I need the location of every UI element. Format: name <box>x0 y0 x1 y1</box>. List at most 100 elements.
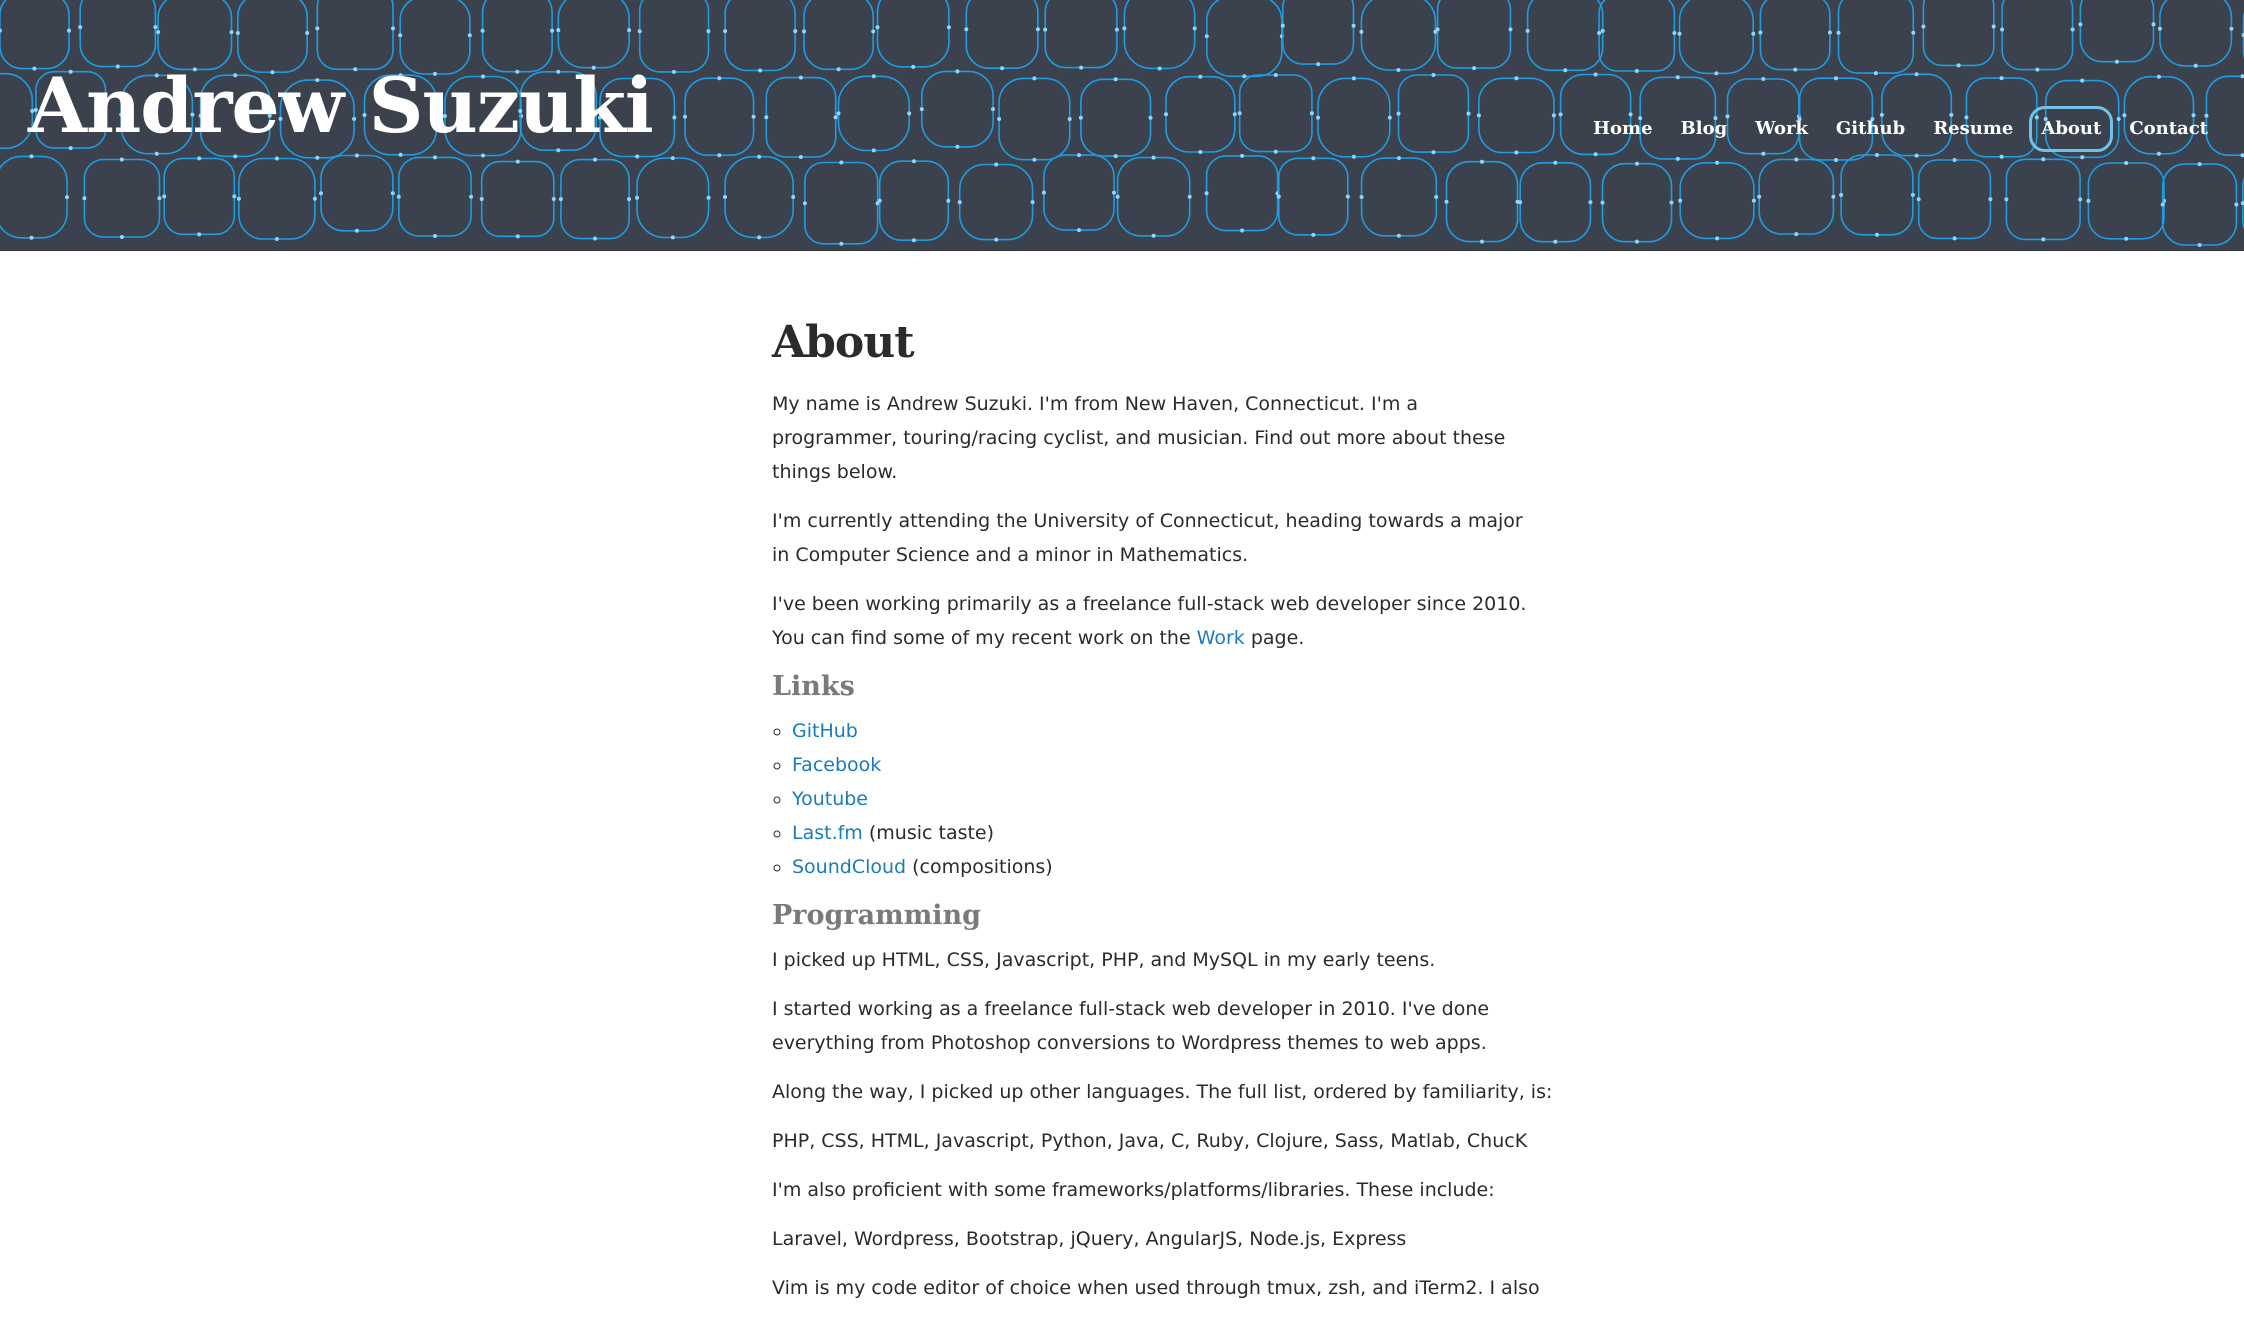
pattern-dot <box>1151 155 1156 160</box>
pattern-cell <box>724 0 796 72</box>
pattern-dot <box>1518 200 1523 205</box>
education-line: in Computer Science and a minor in Mathe… <box>772 544 1249 566</box>
pattern-cell <box>2001 0 2074 71</box>
work-paragraph: I've been working primarily as a freelan… <box>772 587 1526 655</box>
pattern-dot <box>315 26 320 31</box>
pattern-cell <box>1043 154 1115 231</box>
pattern-dot <box>479 197 484 201</box>
nav-contact[interactable]: Contact <box>2117 106 2220 152</box>
pattern-dot <box>433 234 437 238</box>
pattern-dot <box>2197 243 2202 247</box>
nav-about[interactable]: About <box>2029 106 2114 152</box>
pattern-cell <box>1317 77 1391 158</box>
pattern-dot <box>354 153 359 158</box>
pattern-dot <box>2078 197 2083 202</box>
pattern-dot <box>1834 76 1838 81</box>
pattern-dot <box>0 28 2 33</box>
pattern-dot <box>1839 192 1844 197</box>
pattern-dot <box>764 115 769 120</box>
pattern-dot <box>2070 27 2075 32</box>
pattern-cell <box>1123 0 1196 70</box>
pattern-cell <box>920 70 994 148</box>
pattern-cell <box>557 0 630 69</box>
pattern-dot <box>274 156 279 161</box>
pattern-dot <box>839 241 844 246</box>
pattern-dot <box>2080 78 2085 83</box>
programming-line: everything from Photoshop conversions to… <box>772 1032 1487 1054</box>
pattern-dot <box>1827 30 1832 35</box>
pattern-dot <box>1715 236 1720 241</box>
pattern-dot <box>1514 150 1519 155</box>
pattern-cell <box>2161 163 2238 246</box>
pattern-dot <box>1035 27 1040 32</box>
pattern-dot <box>2240 153 2244 158</box>
pattern-cell <box>1397 74 1470 153</box>
pattern-dot <box>757 154 762 159</box>
pattern-dot <box>1276 194 1281 199</box>
pattern-dot <box>1396 68 1401 72</box>
pattern-dot <box>2078 22 2083 27</box>
pattern-dot <box>1472 66 1477 71</box>
pattern-dot <box>1359 29 1364 34</box>
youtube-link[interactable]: Youtube <box>792 788 868 810</box>
pattern-dot <box>871 148 876 153</box>
pattern-dot <box>670 235 675 240</box>
pattern-dot <box>717 153 722 158</box>
pattern-cell <box>320 154 394 232</box>
pattern-cell <box>2159 0 2233 67</box>
pattern-dot <box>1396 156 1401 161</box>
pattern-dot <box>919 107 924 112</box>
github-link[interactable]: GitHub <box>792 720 858 742</box>
nav-home[interactable]: Home <box>1581 106 1665 152</box>
pattern-dot <box>1634 69 1639 73</box>
pattern-dot <box>1113 154 1118 159</box>
lastfm-link[interactable]: Last.fm <box>792 822 863 844</box>
pattern-dot <box>305 31 310 35</box>
pattern-dot <box>2124 161 2129 165</box>
facebook-link[interactable]: Facebook <box>792 754 881 776</box>
pattern-cell <box>163 157 236 236</box>
pattern-cell <box>560 158 630 240</box>
pattern-dot <box>1316 62 1321 67</box>
site-title: Andrew Suzuki <box>28 61 654 150</box>
pattern-cell <box>1278 157 1349 236</box>
pattern-cell <box>480 160 555 238</box>
pattern-dot <box>1677 31 1682 36</box>
pattern-cell <box>397 156 472 237</box>
pattern-cell <box>1679 162 1755 240</box>
pattern-dot <box>991 107 995 112</box>
pattern-dot <box>2156 74 2161 79</box>
pattern-dot <box>871 29 876 34</box>
pattern-cell <box>684 77 755 156</box>
nav-blog[interactable]: Blog <box>1669 106 1740 152</box>
pattern-dot <box>1672 31 1677 35</box>
pattern-dot <box>994 162 999 167</box>
pattern-cell <box>79 0 157 68</box>
pattern-dot <box>1032 157 1037 162</box>
pattern-dot <box>481 153 485 158</box>
pattern-dot <box>119 235 124 239</box>
list-item: Youtube <box>792 782 1472 816</box>
pattern-dot <box>467 33 472 38</box>
links-list: GitHub Facebook Youtube Last.fm (music t… <box>772 714 1472 884</box>
nav-work[interactable]: Work <box>1743 106 1820 152</box>
pattern-dot <box>78 25 83 30</box>
pattern-dot <box>1714 71 1719 76</box>
pattern-dot <box>1431 150 1436 155</box>
pattern-cell <box>1678 0 1754 75</box>
nav-resume[interactable]: Resume <box>1921 106 2025 152</box>
pattern-dot <box>1113 77 1118 82</box>
pattern-dot <box>1635 239 1639 244</box>
pattern-dot <box>236 196 241 201</box>
soundcloud-link[interactable]: SoundCloud <box>792 856 906 878</box>
pattern-dot <box>1914 72 1919 77</box>
pattern-dot <box>1921 24 1926 29</box>
nav-github[interactable]: Github <box>1824 106 1917 152</box>
pattern-dot <box>1669 200 1674 205</box>
pattern-dot <box>1751 31 1756 36</box>
pattern-dot <box>1956 63 1961 68</box>
work-page-link[interactable]: Work <box>1197 627 1245 649</box>
pattern-dot <box>65 195 69 200</box>
pattern-dot <box>1396 233 1401 238</box>
pattern-cell <box>1360 0 1437 71</box>
